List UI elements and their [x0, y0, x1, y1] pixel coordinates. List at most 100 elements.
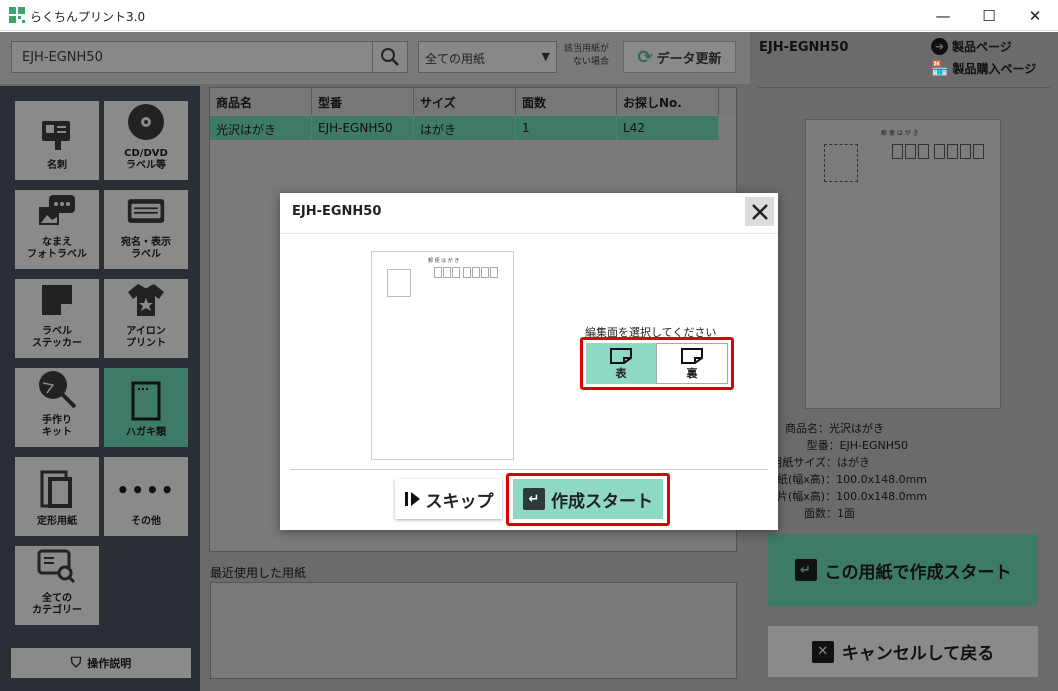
start-with-paper-label: この用紙で作成スタート	[824, 562, 1012, 583]
front-face-label: 表	[615, 366, 627, 380]
fan-icon	[37, 369, 77, 409]
close-icon: ✕	[811, 640, 834, 663]
more-icon: ••••	[116, 478, 176, 502]
skip-button[interactable]: スキップ	[395, 479, 502, 519]
enter-key-icon: ↵	[523, 488, 545, 510]
beginner-mark-icon: ⛉	[70, 655, 82, 671]
note-line1: 該当用紙が	[564, 44, 610, 54]
skip-button-label: スキップ	[425, 491, 494, 512]
paper-filter-value: 全ての用紙	[425, 52, 486, 66]
column-header-spacer	[719, 88, 736, 115]
postcard-heading-large: 郵 便 は が き	[881, 130, 919, 137]
category-cd-dvd[interactable]: CD/DVD ラベル等	[104, 101, 188, 180]
column-header-model[interactable]: 型番	[312, 88, 414, 115]
minimize-button[interactable]: —	[920, 0, 966, 31]
table-cell-size[interactable]: はがき	[414, 116, 516, 140]
help-button-label: 操作説明	[87, 657, 132, 670]
front-face-button[interactable]: 表	[586, 343, 656, 384]
address-label-icon	[126, 191, 166, 231]
purchase-page-link[interactable]: 🏪 製品購入ページ	[931, 60, 1036, 77]
column-header-faces[interactable]: 面数	[516, 88, 617, 115]
chevron-down-icon: ▼	[541, 50, 550, 63]
help-button[interactable]: ⛉ 操作説明	[11, 648, 191, 678]
stamp-box	[824, 144, 858, 182]
category-iron-print[interactable]: アイロン プリント	[104, 279, 188, 358]
category-postcard[interactable]: ハガキ類	[104, 368, 188, 447]
create-start-button[interactable]: ↵ 作成スタート	[513, 479, 663, 519]
category-sidebar: 名刺 CD/DVD ラベル等 なまえ フォトラベル 宛名・表示 ラベル ラベル …	[0, 86, 200, 691]
paper-filter-select[interactable]: 全ての用紙 ▼	[418, 41, 557, 73]
start-with-paper-button[interactable]: ↵ この用紙で作成スタート	[768, 534, 1038, 606]
column-header-name[interactable]: 商品名	[210, 88, 312, 115]
recent-papers-label: 最近使用した用紙	[210, 566, 307, 580]
postcard-icon	[126, 381, 166, 421]
stamp-box	[387, 269, 411, 297]
category-other[interactable]: •••• その他	[104, 457, 188, 536]
search-row: EJH-EGNH50 全ての用紙 ▼ 該当用紙が ない場合 ⟳ データ更新	[0, 32, 750, 84]
category-label: ハガキ類	[126, 427, 166, 438]
recent-papers-list[interactable]	[210, 582, 737, 679]
column-header-size[interactable]: サイズ	[414, 88, 516, 115]
divider	[280, 233, 778, 234]
product-page-link[interactable]: ➜ 製品ページ	[931, 38, 1012, 55]
category-label-2: ラベル	[131, 249, 161, 260]
category-label: 名刺	[47, 160, 67, 171]
enter-key-icon: ↵	[794, 559, 817, 581]
paper-stack-icon	[37, 470, 77, 510]
divider	[290, 469, 768, 470]
category-label-2: カテゴリー	[32, 605, 82, 616]
category-label-2: フォトラベル	[27, 249, 87, 260]
category-address-label[interactable]: 宛名・表示 ラベル	[104, 190, 188, 269]
window-title: らくちんプリント3.0	[30, 10, 146, 24]
category-handmade-kit[interactable]: 手作り キット	[15, 368, 99, 447]
category-name-photo-label[interactable]: なまえ フォトラベル	[15, 190, 99, 269]
product-title: EJH-EGNH50	[759, 40, 849, 55]
tshirt-icon	[126, 280, 166, 320]
product-detail-panel: EJH-EGNH50 ➜ 製品ページ 🏪 製品購入ページ 郵 便 は が き 商…	[750, 32, 1058, 691]
zip-code-boxes	[434, 267, 498, 278]
category-label: 宛名・表示	[121, 237, 171, 248]
category-label: CD/DVD	[124, 148, 168, 159]
category-standard-paper[interactable]: 定形用紙	[15, 457, 99, 536]
category-label: 定形用紙	[37, 516, 77, 527]
search-button[interactable]	[372, 41, 408, 73]
column-header-search-no[interactable]: お探しNo.	[617, 88, 719, 115]
face-select-dialog: EJH-EGNH50 郵 便 は が き 編集面を選択してください 表 裏 スキ…	[280, 193, 778, 530]
sticker-icon	[37, 280, 77, 320]
category-label: アイロン	[126, 326, 166, 337]
category-business-card[interactable]: 名刺	[15, 101, 99, 180]
table-cell-faces[interactable]: 1	[516, 116, 617, 140]
close-window-button[interactable]: ✕	[1012, 0, 1058, 31]
page-back-icon	[681, 347, 703, 364]
close-icon	[751, 203, 768, 220]
table-cell-name[interactable]: 光沢はがき	[210, 116, 312, 140]
shop-icon: 🏪	[931, 60, 949, 77]
update-button-label: データ更新	[656, 51, 722, 67]
back-face-button[interactable]: 裏	[656, 343, 728, 384]
postcard-preview-large: 郵 便 は が き	[805, 119, 1001, 409]
business-card-icon	[37, 114, 77, 154]
title-bar: らくちんプリント3.0 — ☐ ✕	[0, 0, 1058, 31]
category-label-2: ラベル等	[126, 160, 166, 171]
update-data-button[interactable]: ⟳ データ更新	[623, 41, 736, 73]
disc-icon	[126, 102, 166, 142]
photo-label-icon	[37, 191, 77, 231]
table-cell-search-no[interactable]: L42	[617, 116, 719, 140]
postcard-heading: 郵 便 は が き	[428, 258, 460, 264]
table-cell-model[interactable]: EJH-EGNH50	[312, 116, 414, 140]
category-label-2: プリント	[126, 338, 166, 349]
search-icon	[381, 48, 399, 66]
purchase-page-label: 製品購入ページ	[952, 62, 1037, 76]
category-sticker[interactable]: ラベル ステッカー	[15, 279, 99, 358]
search-input[interactable]: EJH-EGNH50	[11, 41, 373, 73]
back-face-label: 裏	[686, 366, 698, 380]
category-all[interactable]: 全ての カテゴリー	[15, 546, 99, 625]
no-match-note: 該当用紙が ない場合	[564, 43, 609, 69]
cancel-back-button[interactable]: ✕ キャンセルして戻る	[768, 626, 1038, 677]
postcard-preview: 郵 便 は が き	[371, 251, 514, 460]
app-logo-icon	[9, 7, 25, 23]
category-label: 全ての	[42, 593, 72, 604]
maximize-button[interactable]: ☐	[966, 0, 1012, 31]
skip-icon	[404, 492, 420, 506]
dialog-close-button[interactable]	[745, 197, 774, 226]
